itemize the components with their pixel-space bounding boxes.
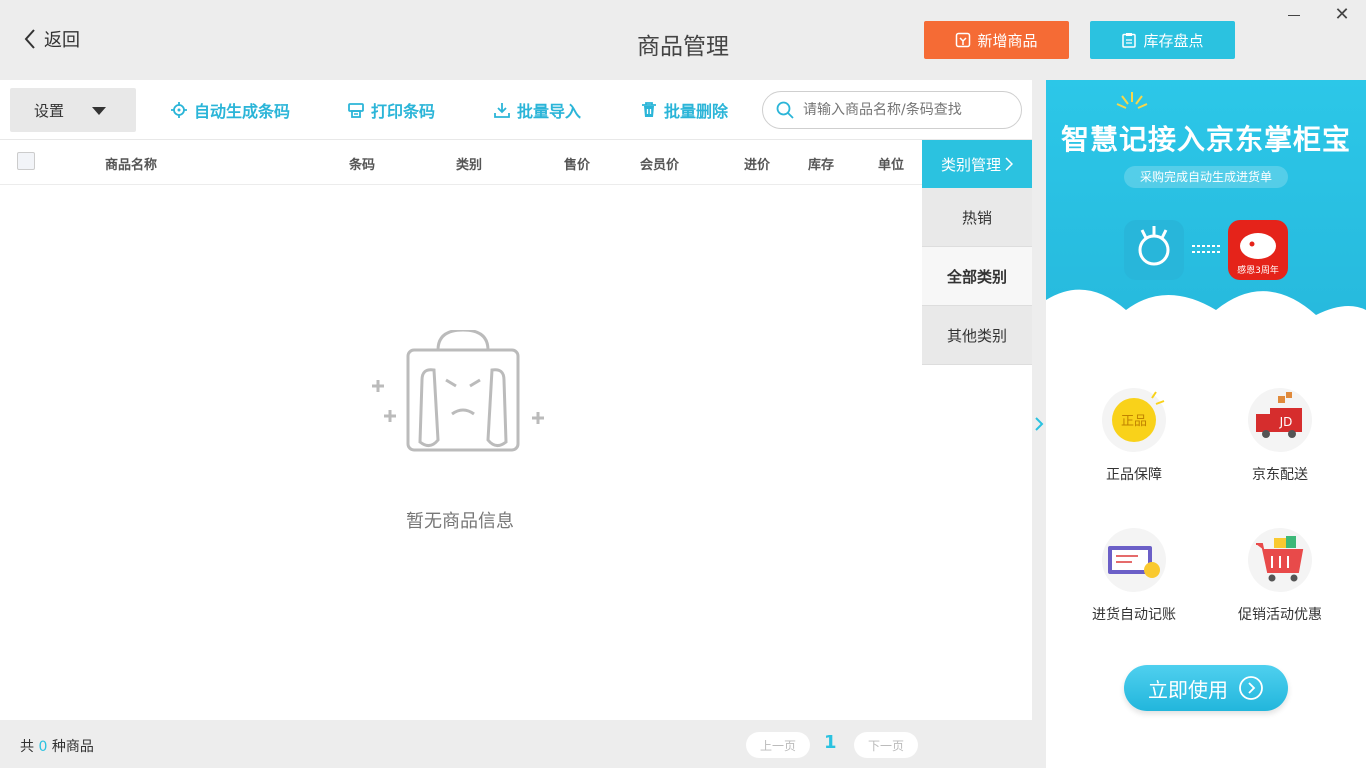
chevron-left-icon	[24, 29, 35, 49]
download-icon	[494, 103, 510, 118]
feature-label: 促销活动优惠	[1238, 607, 1322, 623]
category-manage-label: 类别管理	[940, 155, 1001, 174]
stock-check-label: 库存盘点	[1143, 31, 1204, 50]
close-button[interactable]: ✕	[1330, 4, 1354, 26]
count-number: 0	[38, 739, 48, 755]
sparkle-icon	[1116, 92, 1148, 109]
batch-import-button[interactable]: 批量导入	[493, 98, 581, 122]
crosshair-icon	[171, 102, 187, 118]
category-item-all[interactable]: 全部类别	[922, 247, 1032, 306]
print-barcode-button[interactable]: 打印条码	[347, 98, 435, 122]
print-barcode-label: 打印条码	[371, 102, 436, 121]
product-panel: 设置 自动生成条码 打印条码 批量导入 批量删除 商品名称 条码 类别 售价 会	[0, 80, 1032, 720]
genuine-icon: 正品	[1102, 388, 1166, 452]
batch-delete-button[interactable]: 批量删除	[640, 98, 728, 122]
column-header-name: 商品名称	[105, 158, 158, 173]
minimize-button[interactable]	[1282, 6, 1306, 26]
chevron-right-icon	[1005, 157, 1013, 171]
category-item-other[interactable]: 其他类别	[922, 306, 1032, 365]
category-item-hot[interactable]: 热销	[922, 188, 1032, 247]
clipboard-icon	[1122, 33, 1137, 48]
cart-icon	[1248, 528, 1312, 592]
add-product-icon	[956, 32, 971, 48]
column-header-member-price: 会员价	[640, 158, 680, 173]
empty-message: 暂无商品信息	[406, 511, 514, 532]
table-header: 商品名称 条码 类别 售价 会员价 进价 库存 单位	[0, 140, 922, 185]
cloud-shape	[1046, 289, 1366, 352]
feature-jd-delivery[interactable]: JD 京东配送	[1220, 388, 1340, 484]
ad-subtitle: 采购完成自动生成进货单	[1124, 166, 1288, 188]
caret-down-icon	[92, 107, 106, 115]
select-all-checkbox[interactable]	[17, 152, 35, 170]
add-product-label: 新增商品	[977, 31, 1038, 50]
jd-truck-text: JD	[1279, 415, 1293, 429]
feature-label: 京东配送	[1252, 467, 1308, 483]
count-suffix: 种商品	[51, 739, 94, 755]
ad-banner: 智慧记接入京东掌柜宝 采购完成自动生成进货单 感恩3周年	[1046, 80, 1366, 352]
status-bar: 共 0 种商品 上一页 1 下一页	[0, 720, 1032, 768]
genuine-badge-text: 正品	[1121, 414, 1147, 429]
auto-barcode-button[interactable]: 自动生成条码	[170, 98, 290, 122]
settings-dropdown[interactable]: 设置	[10, 88, 136, 132]
count-prefix: 共	[20, 739, 34, 755]
feature-label: 正品保障	[1106, 467, 1162, 483]
column-header-category: 类别	[456, 158, 483, 173]
circle-arrow-right-icon	[1239, 676, 1263, 700]
jd-truck-icon: JD	[1248, 388, 1312, 452]
use-now-button[interactable]: 立即使用	[1124, 665, 1288, 711]
add-product-button[interactable]: 新增商品	[924, 21, 1069, 59]
stock-check-button[interactable]: 库存盘点	[1090, 21, 1235, 59]
toolbar: 设置 自动生成条码 打印条码 批量导入 批量删除	[0, 80, 1032, 140]
category-manage-button[interactable]: 类别管理	[922, 140, 1032, 188]
empty-state: 暂无商品信息	[300, 330, 620, 540]
next-page-button[interactable]: 下一页	[854, 732, 918, 758]
back-label: 返回	[44, 30, 80, 51]
feature-bookkeeping[interactable]: 进货自动记账	[1074, 528, 1194, 624]
column-header-barcode: 条码	[349, 158, 376, 173]
ad-title: 智慧记接入京东掌柜宝	[1060, 123, 1351, 156]
column-header-price: 售价	[564, 158, 591, 173]
collapse-arrow-icon[interactable]	[1033, 412, 1045, 436]
column-header-stock: 库存	[808, 158, 835, 173]
search-input[interactable]	[803, 102, 1003, 118]
settings-label: 设置	[34, 101, 65, 120]
search-icon	[776, 101, 794, 119]
ad-panel: 智慧记接入京东掌柜宝 采购完成自动生成进货单 感恩3周年 正品 正品保障 JD …	[1046, 80, 1366, 768]
auto-barcode-label: 自动生成条码	[194, 102, 291, 121]
jd-badge-text: 感恩3周年	[1237, 264, 1279, 276]
trash-icon	[642, 102, 656, 117]
feature-promotion[interactable]: 促销活动优惠	[1220, 528, 1340, 624]
current-page[interactable]: 1	[824, 732, 837, 753]
column-header-unit: 单位	[878, 158, 905, 173]
category-panel: 类别管理 热销 全部类别 其他类别	[922, 140, 1032, 365]
batch-delete-label: 批量删除	[664, 102, 729, 121]
use-now-label: 立即使用	[1148, 677, 1228, 702]
feature-label: 进货自动记账	[1092, 607, 1176, 623]
bookkeeping-icon	[1102, 528, 1166, 592]
back-button[interactable]: 返回	[22, 26, 80, 52]
crying-box-icon	[372, 330, 544, 452]
top-bar: 返回 商品管理 新增商品 库存盘点 ✕	[0, 0, 1366, 80]
printer-icon	[348, 103, 364, 118]
app-logos: 感恩3周年	[1124, 220, 1288, 280]
column-header-cost: 进价	[744, 158, 771, 173]
prev-page-button[interactable]: 上一页	[746, 732, 810, 758]
feature-genuine[interactable]: 正品 正品保障	[1074, 388, 1194, 484]
batch-import-label: 批量导入	[517, 102, 582, 121]
product-count: 共 0 种商品	[20, 736, 94, 756]
search-box[interactable]	[762, 91, 1022, 129]
